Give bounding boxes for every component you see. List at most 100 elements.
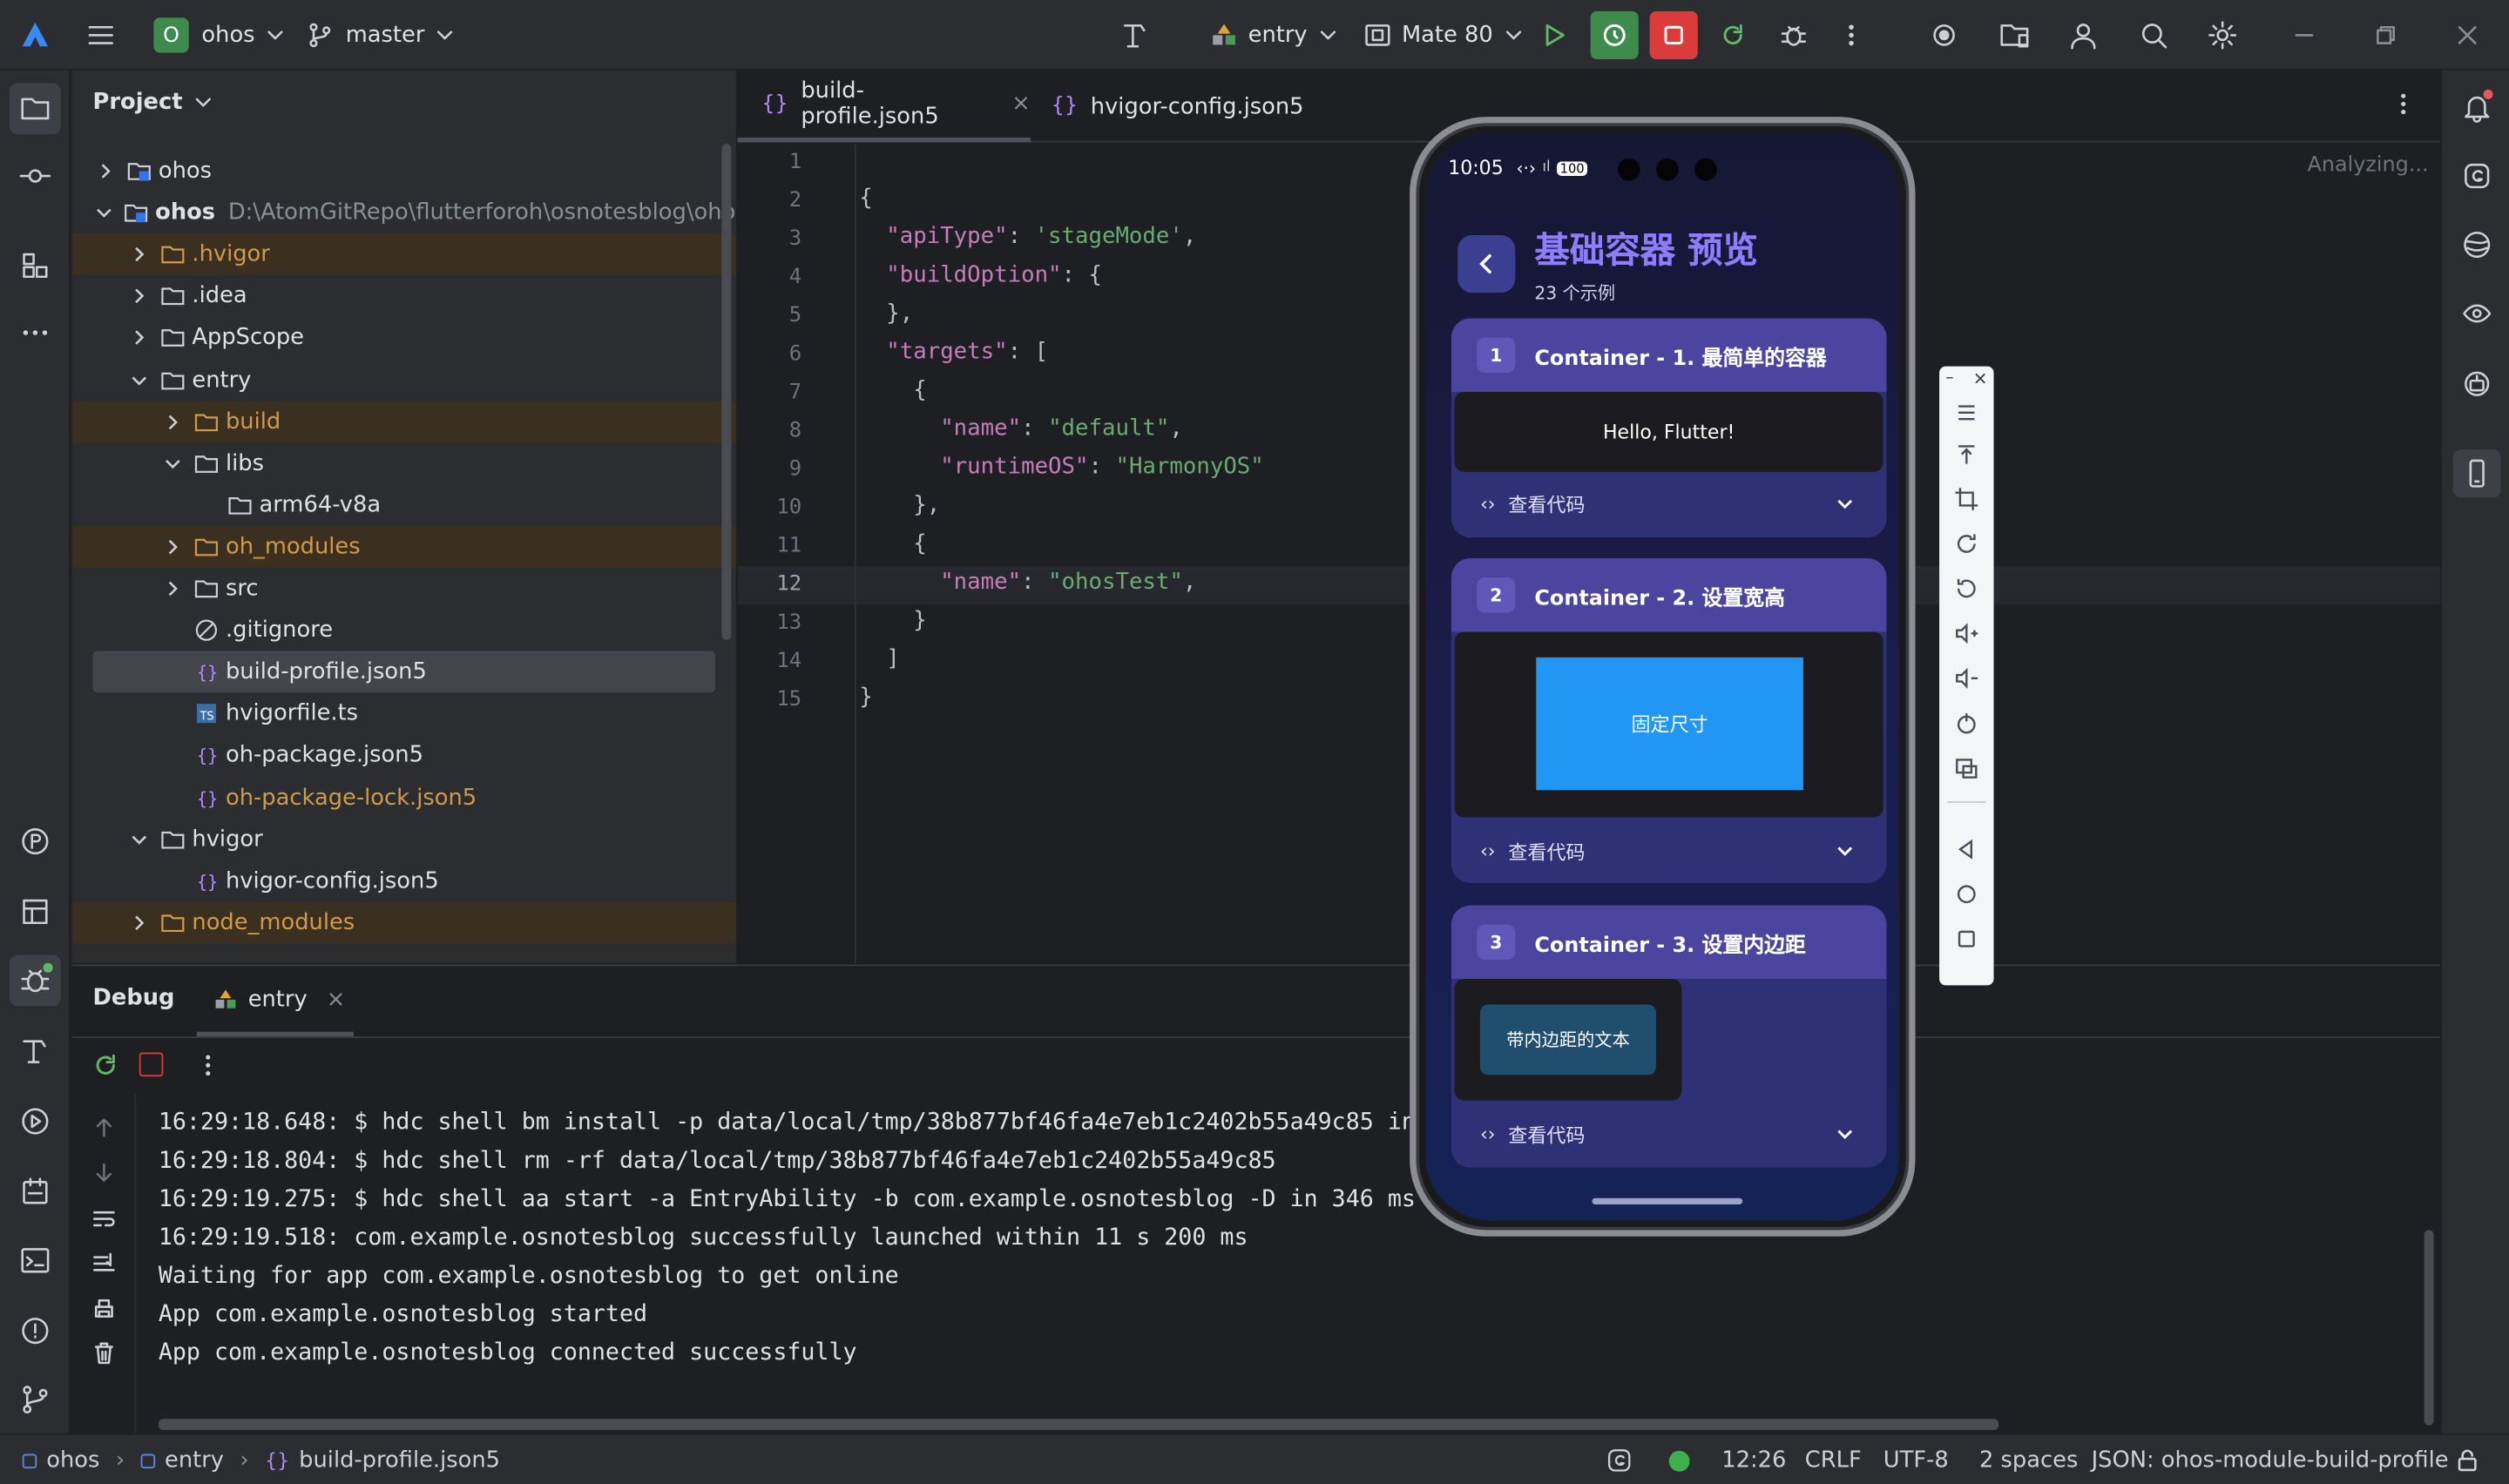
version-control-icon[interactable] — [10, 1374, 61, 1426]
tree-item[interactable]: {} oh-package.json5 — [72, 735, 736, 777]
tree-item[interactable]: TS hvigorfile.ts — [72, 693, 736, 735]
more-vertical-icon[interactable] — [2389, 90, 2418, 125]
indent-setting[interactable]: 2 spaces — [1979, 1435, 2078, 1484]
chevron-right-icon[interactable] — [162, 410, 185, 433]
pin-top-icon[interactable] — [1954, 442, 1979, 467]
restore-icon[interactable] — [2365, 15, 2407, 57]
run-config-selector[interactable]: entry — [1210, 0, 1340, 71]
health-indicator[interactable] — [1668, 1435, 1690, 1484]
recents-square-icon[interactable] — [1954, 926, 1979, 951]
stop-icon[interactable] — [1649, 10, 1698, 59]
line-separator[interactable]: CRLF — [1805, 1435, 1862, 1484]
close-icon[interactable]: × — [1011, 91, 1031, 117]
breadcrumb-item[interactable]: ohos — [46, 1447, 99, 1473]
main-menu-icon[interactable] — [85, 0, 117, 71]
tree-item[interactable]: .idea — [72, 275, 736, 317]
tree-item[interactable]: entry — [72, 359, 736, 401]
debug-tool-icon[interactable] — [10, 954, 61, 1007]
codegenie-status-icon[interactable] — [1605, 1435, 1633, 1484]
preview-eye-icon[interactable] — [2453, 289, 2501, 337]
tab-build-profile[interactable]: {} build-profile.json5 × — [737, 71, 1031, 143]
chevron-right-icon[interactable] — [162, 536, 185, 558]
terminal-icon[interactable] — [10, 1235, 61, 1286]
console-output[interactable]: 16:29:18.648: $ hdc shell bm install -p … — [72, 1101, 1417, 1420]
rerun-icon[interactable] — [91, 1051, 120, 1086]
view-code-toggle[interactable]: ‹› 查看代码 — [1451, 820, 1887, 881]
back-triangle-icon[interactable] — [1954, 837, 1979, 862]
debug-tab-entry[interactable]: entry × — [196, 966, 354, 1037]
back-button[interactable] — [1457, 234, 1516, 293]
close-icon[interactable] — [2446, 15, 2488, 57]
ai-assistant-icon[interactable] — [2453, 220, 2501, 268]
chevron-right-icon[interactable] — [128, 912, 151, 934]
debug-rerun-icon[interactable] — [1590, 10, 1639, 59]
run-icon[interactable] — [1533, 15, 1575, 57]
debug-bug-icon[interactable] — [1773, 15, 1815, 57]
apply-changes-icon[interactable] — [1712, 15, 1754, 57]
settings-gear-icon[interactable] — [2201, 15, 2243, 57]
build-tool-icon[interactable] — [10, 1025, 61, 1076]
tree-scrollbar[interactable] — [721, 144, 732, 640]
power-icon[interactable] — [1954, 710, 1979, 735]
tree-item[interactable]: src — [72, 568, 736, 610]
chevron-right-icon[interactable] — [128, 285, 151, 307]
stop-icon[interactable] — [139, 1052, 164, 1077]
chevron-down-icon[interactable] — [162, 452, 185, 475]
branch-switcher[interactable]: master — [308, 0, 457, 71]
chevron-right-icon[interactable] — [94, 160, 117, 183]
tree-item[interactable]: ohos — [72, 151, 736, 192]
menu-icon[interactable] — [1954, 400, 1979, 425]
view-code-toggle[interactable]: ‹› 查看代码 — [1451, 1103, 1887, 1164]
volume-down-icon[interactable] — [1954, 665, 1979, 691]
home-circle-icon[interactable] — [1954, 881, 1979, 907]
tree-item[interactable]: node_modules — [71, 901, 736, 944]
chevron-right-icon[interactable] — [162, 577, 185, 600]
app-logo-icon[interactable] — [19, 0, 51, 71]
tree-item[interactable]: ohos D:\AtomGitRepo\flutterforoh\osnotesb… — [72, 192, 736, 234]
more-vertical-icon[interactable] — [1830, 15, 1872, 57]
account-icon[interactable] — [2063, 15, 2105, 57]
chevron-down-icon[interactable] — [94, 202, 113, 225]
problems-icon[interactable] — [10, 1305, 61, 1357]
tree-item[interactable]: {} oh-package-lock.json5 — [72, 777, 736, 819]
close-icon[interactable]: × — [327, 986, 346, 1011]
breadcrumb-item[interactable]: entry — [165, 1447, 224, 1473]
build-hammer-icon[interactable] — [1115, 15, 1157, 57]
tree-item[interactable]: hvigor — [72, 819, 736, 860]
tree-item[interactable]: {} hvigor-config.json5 — [72, 860, 736, 902]
device-selector[interactable]: Mate 80 — [1363, 0, 1525, 71]
chevron-right-icon[interactable] — [128, 244, 151, 266]
tree-item[interactable]: libs — [72, 442, 736, 484]
project-view-folder-icon[interactable] — [10, 83, 61, 135]
json-schema[interactable]: JSON: ohos-module-build-profile — [2092, 1435, 2449, 1484]
profiler-p-icon[interactable] — [10, 816, 61, 867]
project-panel-header[interactable]: Project — [93, 90, 215, 115]
minimize-icon[interactable]: – — [1945, 369, 1953, 387]
tree-item[interactable]: AppScope — [72, 317, 736, 359]
tree-item[interactable]: {} build-profile.json5 — [92, 651, 716, 693]
structure-icon[interactable] — [10, 240, 61, 292]
search-icon[interactable] — [2133, 15, 2174, 57]
home-indicator[interactable] — [1592, 1197, 1743, 1205]
close-icon[interactable]: × — [1973, 368, 1988, 388]
breadcrumb-item[interactable]: build-profile.json5 — [299, 1447, 500, 1473]
rotate-right-icon[interactable] — [1954, 576, 1979, 601]
device-mirror-phone-icon[interactable] — [2452, 449, 2501, 498]
file-encoding[interactable]: UTF-8 — [1883, 1435, 1949, 1484]
screenshot-icon[interactable] — [1954, 755, 1979, 780]
volume-up-icon[interactable] — [1954, 621, 1979, 646]
minimize-icon[interactable] — [2283, 15, 2325, 57]
device-manager-icon[interactable] — [1994, 15, 2036, 57]
layout-inspector-icon[interactable] — [10, 887, 61, 938]
notifications-bell-icon[interactable] — [2453, 84, 2501, 132]
lock-icon[interactable] — [2456, 1435, 2479, 1484]
rotate-icon[interactable] — [1954, 531, 1979, 556]
chevron-right-icon[interactable] — [128, 327, 151, 349]
view-code-toggle[interactable]: ‹› 查看代码 — [1451, 474, 1887, 535]
tree-item[interactable]: oh_modules — [71, 526, 736, 568]
crop-icon[interactable] — [1954, 486, 1979, 511]
more-horizontal-icon[interactable] — [10, 307, 61, 359]
device-screen[interactable]: 10:05 ‹·› ıl 100 基础容器 预览 23 个示例 1 Contain… — [1425, 132, 1900, 1221]
project-switcher[interactable]: O ohos — [153, 0, 287, 71]
tree-item[interactable]: .gitignore — [72, 610, 736, 651]
